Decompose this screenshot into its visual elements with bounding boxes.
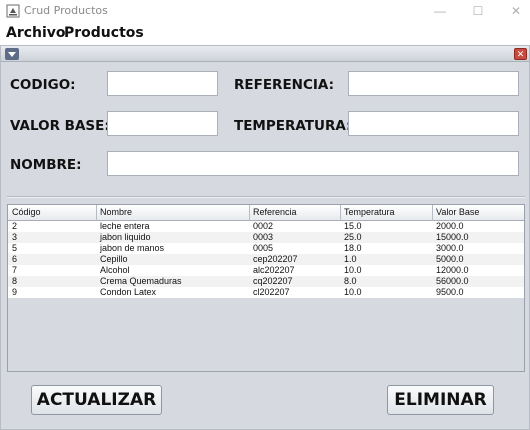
cell-codigo: 6: [12, 254, 18, 264]
table-row[interactable]: 3 jabon liquido 0003 25.0 15000.0: [8, 232, 524, 243]
cell-referencia: cq202207: [253, 276, 293, 286]
table-row[interactable]: 6 Cepillo cep202207 1.0 5000.0: [8, 254, 524, 265]
column-header-nombre[interactable]: Nombre: [100, 207, 132, 217]
cell-referencia: 0003: [253, 232, 274, 242]
table-row[interactable]: 2 leche entera 0002 15.0 2000.0: [8, 221, 524, 232]
divider: [7, 196, 525, 198]
cell-nombre: Crema Quemaduras: [100, 276, 182, 286]
cell-temperatura: 10.0: [344, 287, 362, 297]
referencia-field[interactable]: [348, 71, 519, 96]
cell-referencia: 0002: [253, 221, 274, 231]
table-header: Código Nombre Referencia Temperatura Val…: [8, 205, 524, 221]
eliminar-button[interactable]: ELIMINAR: [387, 385, 494, 415]
cell-valor-base: 5000.0: [436, 254, 464, 264]
table-row[interactable]: 7 Alcohol alc202207 10.0 12000.0: [8, 265, 524, 276]
column-header-temperatura[interactable]: Temperatura: [344, 207, 395, 217]
cell-nombre: jabon de manos: [100, 243, 165, 253]
cell-codigo: 5: [12, 243, 18, 253]
cell-temperatura: 8.0: [344, 276, 357, 286]
table-row[interactable]: 8 Crema Quemaduras cq202207 8.0 56000.0: [8, 276, 524, 287]
temperatura-field[interactable]: [348, 111, 519, 136]
app-icon: [6, 4, 20, 18]
codigo-label: CODIGO:: [10, 77, 76, 93]
close-icon[interactable]: ✕: [494, 0, 530, 22]
cell-valor-base: 2000.0: [436, 221, 464, 231]
actualizar-button[interactable]: ACTUALIZAR: [31, 385, 162, 415]
cell-codigo: 2: [12, 221, 18, 231]
cell-valor-base: 12000.0: [436, 265, 469, 275]
cell-referencia: 0005: [253, 243, 274, 253]
cell-referencia: cl202207: [253, 287, 290, 297]
codigo-field[interactable]: [107, 71, 218, 96]
cell-codigo: 3: [12, 232, 18, 242]
cell-referencia: cep202207: [253, 254, 298, 264]
cell-valor-base: 56000.0: [436, 276, 469, 286]
cell-referencia: alc202207: [253, 265, 295, 275]
cell-temperatura: 10.0: [344, 265, 362, 275]
menu-bar: Archivo Productos: [0, 22, 530, 44]
cell-temperatura: 18.0: [344, 243, 362, 253]
column-divider: [340, 205, 341, 221]
cell-valor-base: 15000.0: [436, 232, 469, 242]
nombre-field[interactable]: [107, 151, 519, 176]
temperatura-label: TEMPERATURA:: [234, 118, 352, 134]
menu-archivo[interactable]: Archivo: [6, 25, 66, 41]
cell-temperatura: 15.0: [344, 221, 362, 231]
cell-nombre: Condon Latex: [100, 287, 157, 297]
cell-valor-base: 9500.0: [436, 287, 464, 297]
cell-temperatura: 1.0: [344, 254, 357, 264]
internal-frame: ✕ CODIGO: REFERENCIA: VALOR BASE: TEMPER…: [0, 45, 530, 430]
chevron-down-icon[interactable]: [5, 48, 19, 60]
referencia-label: REFERENCIA:: [234, 77, 335, 93]
close-icon[interactable]: ✕: [514, 48, 527, 60]
cell-nombre: Cepillo: [100, 254, 128, 264]
cell-nombre: jabon liquido: [100, 232, 151, 242]
window-title: Crud Productos: [24, 4, 108, 17]
column-header-referencia[interactable]: Referencia: [253, 207, 297, 217]
nombre-label: NOMBRE:: [10, 157, 82, 173]
menu-productos[interactable]: Productos: [64, 25, 144, 41]
cell-codigo: 9: [12, 287, 18, 297]
table-row[interactable]: 5 jabon de manos 0005 18.0 3000.0: [8, 243, 524, 254]
cell-temperatura: 25.0: [344, 232, 362, 242]
products-table[interactable]: Código Nombre Referencia Temperatura Val…: [7, 204, 525, 372]
valor-base-field[interactable]: [107, 111, 218, 136]
column-divider: [96, 205, 97, 221]
valor-base-label: VALOR BASE:: [10, 118, 110, 134]
title-bar: Crud Productos — ☐ ✕: [0, 0, 530, 22]
cell-valor-base: 3000.0: [436, 243, 464, 253]
internal-frame-titlebar: ✕: [1, 46, 529, 62]
cell-codigo: 7: [12, 265, 18, 275]
column-divider: [249, 205, 250, 221]
column-header-valor-base[interactable]: Valor Base: [436, 207, 479, 217]
column-header-codigo[interactable]: Código: [12, 207, 41, 217]
table-body: 2 leche entera 0002 15.0 2000.0 3 jabon …: [8, 221, 524, 298]
column-divider: [432, 205, 433, 221]
cell-codigo: 8: [12, 276, 18, 286]
cell-nombre: Alcohol: [100, 265, 130, 275]
table-row[interactable]: 9 Condon Latex cl202207 10.0 9500.0: [8, 287, 524, 298]
cell-nombre: leche entera: [100, 221, 150, 231]
